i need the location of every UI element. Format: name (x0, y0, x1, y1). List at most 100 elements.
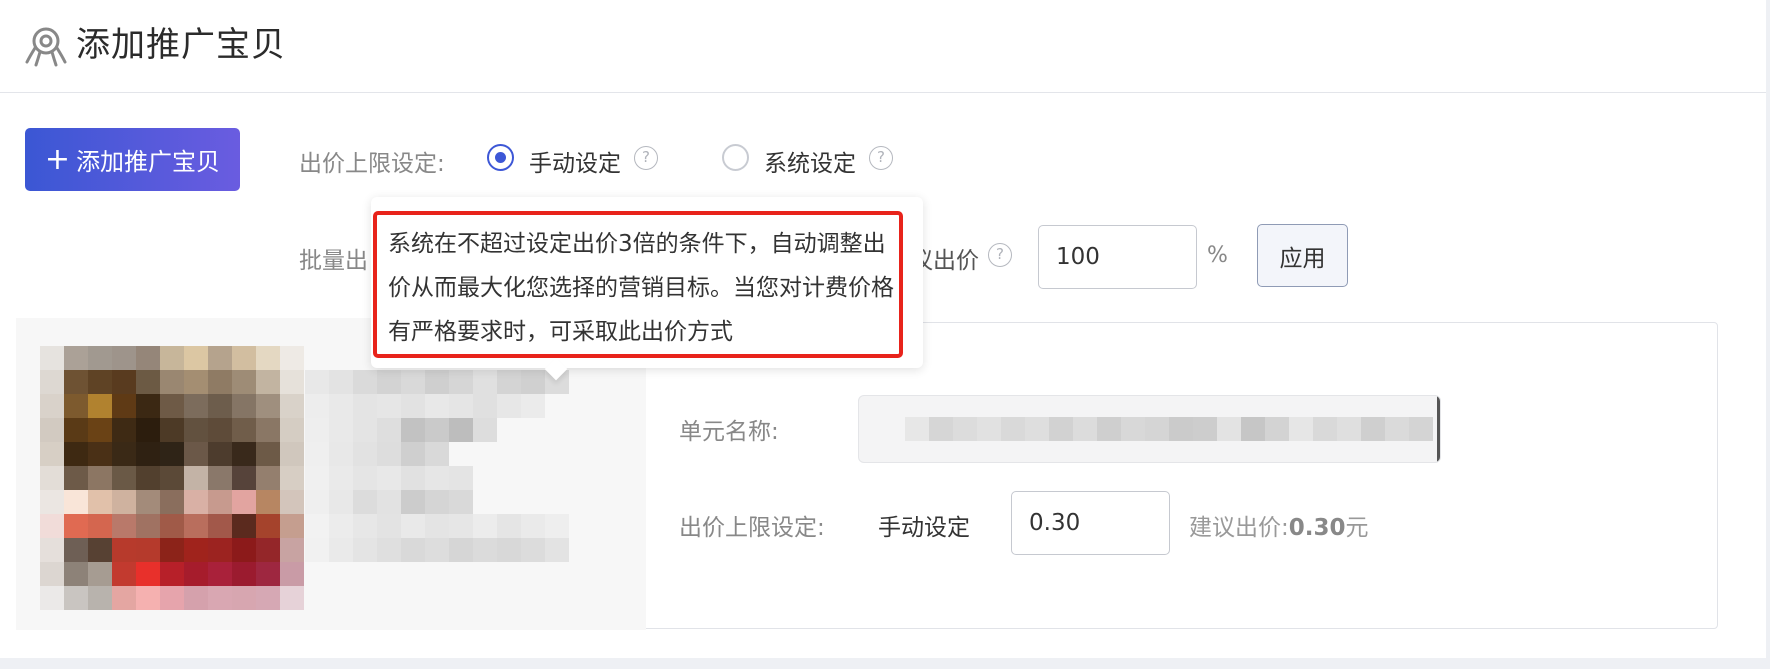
image-pixel (280, 394, 304, 418)
text-pixel (449, 466, 473, 490)
image-pixel (64, 490, 88, 514)
text-pixel (377, 442, 401, 466)
text-pixel (353, 442, 377, 466)
unit-name-pixel (1121, 417, 1145, 441)
image-pixel (112, 538, 136, 562)
image-pixel (184, 442, 208, 466)
image-pixel (40, 394, 64, 418)
text-pixel (425, 490, 449, 514)
image-pixel (136, 394, 160, 418)
image-pixel (136, 466, 160, 490)
percent-sign: % (1207, 243, 1228, 268)
text-pixel (377, 418, 401, 442)
image-pixel (136, 562, 160, 586)
image-pixel (232, 586, 256, 610)
item-bid-input[interactable]: 0.30 (1011, 491, 1170, 555)
manual-setting-radio[interactable] (487, 144, 514, 171)
image-pixel (280, 370, 304, 394)
text-pixel (305, 370, 329, 394)
image-pixel (256, 538, 280, 562)
image-pixel (88, 538, 112, 562)
apply-button[interactable]: 应用 (1257, 224, 1348, 287)
manual-setting-label[interactable]: 手动设定 (529, 144, 621, 178)
unit-name-pixel (1073, 417, 1097, 441)
image-pixel (136, 418, 160, 442)
image-pixel (184, 394, 208, 418)
image-pixel (112, 514, 136, 538)
text-pixel (425, 418, 449, 442)
system-setting-radio[interactable] (722, 144, 749, 171)
image-pixel (64, 346, 88, 370)
item-bid-limit-label: 出价上限设定: (679, 515, 825, 541)
image-pixel (184, 562, 208, 586)
text-pixel (401, 418, 425, 442)
octopus-logo-icon (25, 27, 67, 67)
image-pixel (64, 418, 88, 442)
text-pixel (521, 394, 545, 418)
image-pixel (40, 370, 64, 394)
image-pixel (136, 490, 160, 514)
image-pixel (40, 418, 64, 442)
image-pixel (256, 346, 280, 370)
image-pixel (64, 370, 88, 394)
text-pixel (425, 442, 449, 466)
text-pixel (353, 490, 377, 514)
text-pixel (305, 538, 329, 562)
image-pixel (112, 466, 136, 490)
image-pixel (88, 586, 112, 610)
image-pixel (88, 418, 112, 442)
image-pixel (160, 418, 184, 442)
image-pixel (88, 442, 112, 466)
image-pixel (232, 346, 256, 370)
help-icon[interactable]: ? (634, 146, 658, 170)
item-suggested-bid: 建议出价:0.30元 (1189, 508, 1369, 542)
image-pixel (136, 346, 160, 370)
text-pixel (353, 394, 377, 418)
text-pixel (305, 394, 329, 418)
image-pixel (136, 370, 160, 394)
page-header: 添加推广宝贝 (0, 0, 1766, 93)
image-pixel (64, 466, 88, 490)
add-promoted-item-button[interactable]: + 添加推广宝贝 (25, 128, 240, 191)
bid-limit-label: 出价上限设定: (299, 151, 445, 177)
image-pixel (280, 514, 304, 538)
unit-name-pixel (1169, 417, 1193, 441)
batch-percent-input[interactable]: 100 (1038, 225, 1197, 289)
text-pixel (401, 442, 425, 466)
suggested-bid-value: 0.30 (1288, 515, 1346, 541)
suggested-bid-unit: 元 (1345, 515, 1369, 541)
unit-name-pixel (1265, 417, 1289, 441)
text-pixel (305, 514, 329, 538)
plus-icon: + (44, 141, 71, 177)
image-pixel (112, 442, 136, 466)
text-pixel (353, 418, 377, 442)
text-pixel (377, 394, 401, 418)
batch-bid-label: 批量出 (299, 248, 368, 274)
image-pixel (64, 442, 88, 466)
unit-name-input[interactable] (858, 395, 1441, 463)
suggested-bid-text: 建议出价 (919, 248, 979, 274)
image-pixel (256, 466, 280, 490)
text-pixel (473, 418, 497, 442)
text-pixel (329, 394, 353, 418)
text-pixel (377, 514, 401, 538)
image-pixel (184, 586, 208, 610)
unit-name-pixel (1409, 417, 1433, 441)
text-pixel (353, 370, 377, 394)
text-pixel (401, 490, 425, 514)
image-pixel (160, 538, 184, 562)
help-icon[interactable]: ? (988, 243, 1012, 267)
image-pixel (136, 514, 160, 538)
image-pixel (40, 562, 64, 586)
image-pixel (40, 466, 64, 490)
help-icon[interactable]: ? (869, 146, 893, 170)
image-pixel (208, 514, 232, 538)
system-setting-label[interactable]: 系统设定 (764, 144, 856, 178)
text-pixel (449, 490, 473, 514)
image-pixel (160, 394, 184, 418)
image-pixel (88, 346, 112, 370)
image-pixel (208, 586, 232, 610)
text-pixel (497, 370, 521, 394)
text-pixel (425, 394, 449, 418)
unit-name-pixel (953, 417, 977, 441)
